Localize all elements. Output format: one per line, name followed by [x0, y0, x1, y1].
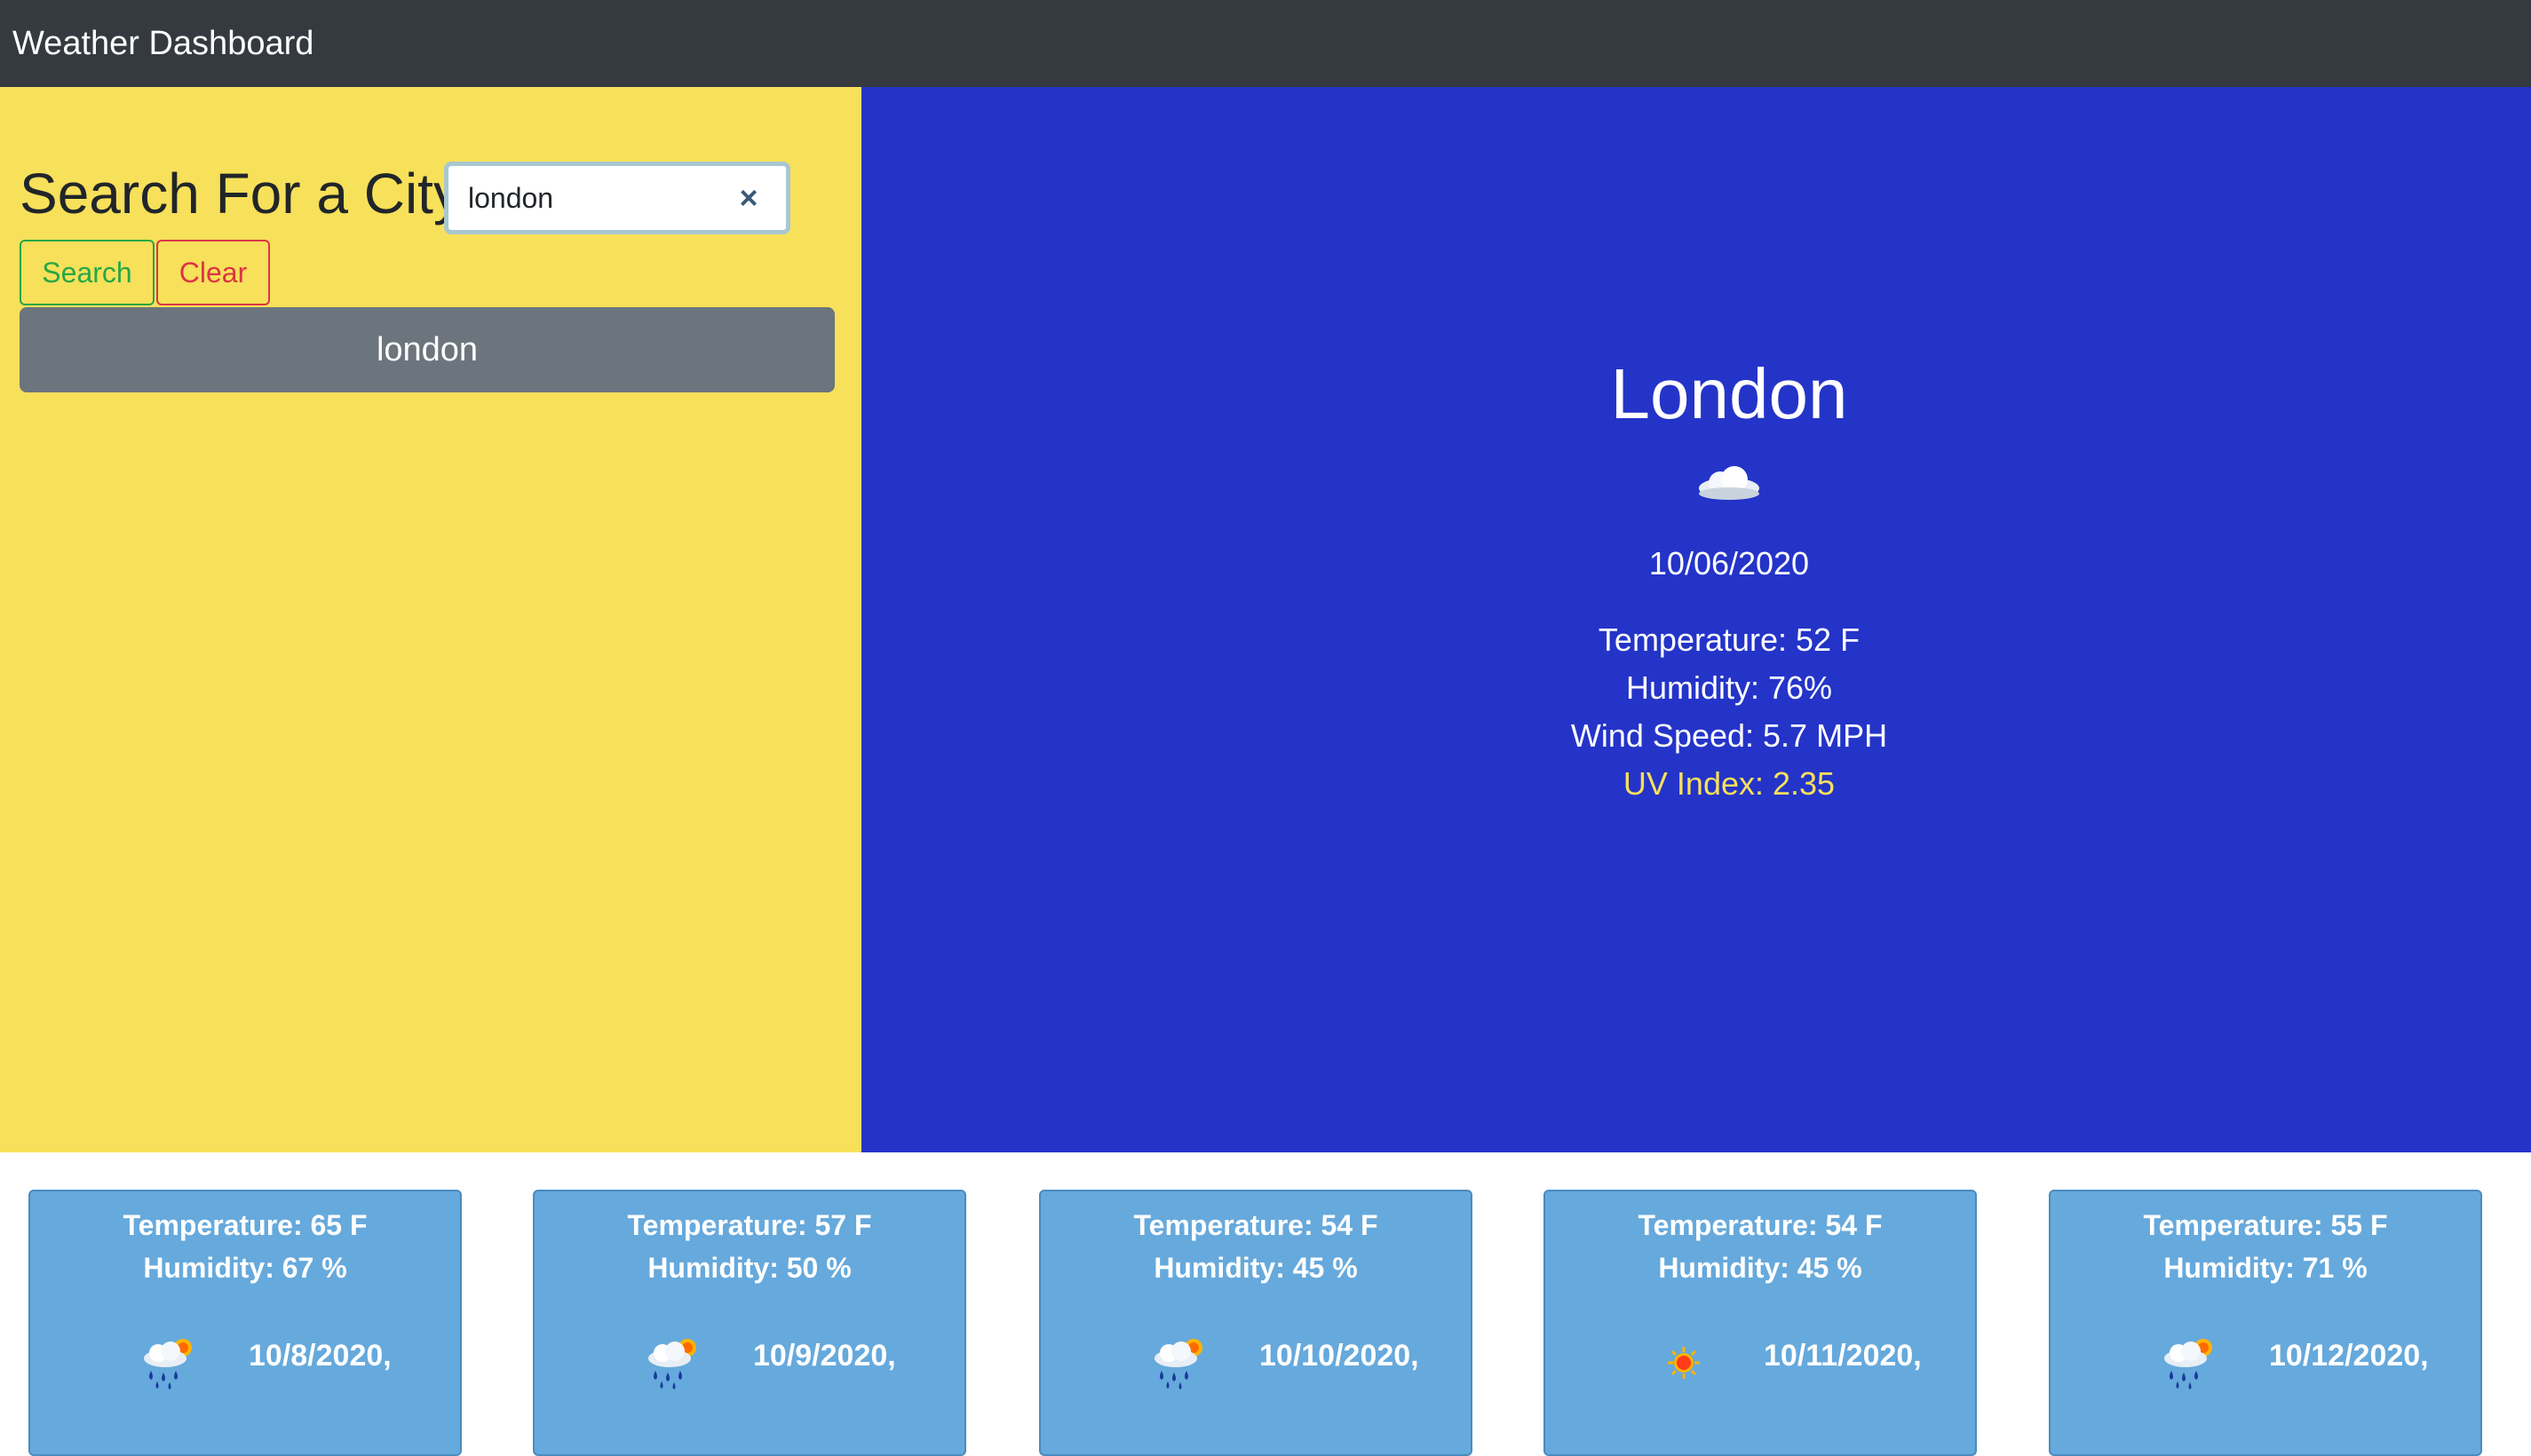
current-date: 10/06/2020	[1648, 545, 1810, 582]
forecast-humidity: Humidity: 71 %	[2163, 1252, 2368, 1284]
search-button[interactable]: Search	[20, 240, 155, 305]
rain-sun-icon	[648, 1339, 696, 1389]
forecast-card: Temperature: 57 F Humidity: 50 % 10/9/20…	[533, 1190, 966, 1456]
navbar: Weather Dashboard	[0, 0, 2531, 87]
clear-input-icon[interactable]: ×	[731, 177, 766, 219]
forecast-date: 10/8/2020,	[249, 1339, 392, 1373]
forecast-card: Temperature: 54 F Humidity: 45 % 10/11/2…	[1543, 1190, 1977, 1456]
search-heading: Search For a City	[20, 162, 462, 226]
search-input[interactable]	[466, 166, 733, 230]
forecast-humidity: Humidity: 67 %	[143, 1252, 347, 1284]
forecast-date: 10/10/2020,	[1259, 1339, 1419, 1373]
current-uv-index: UV Index: 2.35	[1623, 765, 1836, 802]
cloud-icon	[1699, 466, 1759, 500]
forecast-humidity: Humidity: 45 %	[1658, 1252, 1862, 1284]
forecast-humidity: Humidity: 50 %	[647, 1252, 852, 1284]
current-temperature: Temperature: 52 F	[1598, 621, 1861, 658]
history-item-london[interactable]: london	[20, 307, 835, 392]
forecast-temperature: Temperature: 54 F	[1133, 1209, 1378, 1241]
forecast-temperature: Temperature: 54 F	[1638, 1209, 1883, 1241]
forecast-temperature: Temperature: 57 F	[627, 1209, 872, 1241]
current-humidity: Humidity: 76%	[1625, 669, 1833, 706]
rain-sun-icon	[2164, 1339, 2212, 1389]
forecast-card: Temperature: 65 F Humidity: 67 % 10/8/20…	[28, 1190, 462, 1456]
forecast-temperature: Temperature: 55 F	[2143, 1209, 2388, 1241]
current-weather-panel: London 10/06/2020 Temperature: 52 F Humi…	[861, 87, 2531, 1152]
city-name: London	[1610, 354, 1848, 433]
current-wind-speed: Wind Speed: 5.7 MPH	[1570, 717, 1888, 754]
forecast-card: Temperature: 55 F Humidity: 71 % 10/12/2…	[2049, 1190, 2482, 1456]
forecast-humidity: Humidity: 45 %	[1154, 1252, 1358, 1284]
search-box[interactable]: ×	[444, 162, 790, 234]
clear-button[interactable]: Clear	[156, 240, 270, 305]
rain-sun-icon	[1154, 1339, 1202, 1389]
forecast-temperature: Temperature: 65 F	[123, 1209, 368, 1241]
forecast-card: Temperature: 54 F Humidity: 45 % 10/10/2…	[1039, 1190, 1472, 1456]
rain-sun-icon	[144, 1339, 192, 1389]
forecast-date: 10/11/2020,	[1764, 1339, 1922, 1373]
forecast-date: 10/9/2020,	[753, 1339, 896, 1373]
forecast-date: 10/12/2020,	[2269, 1339, 2429, 1373]
sun-icon	[1668, 1347, 1700, 1379]
app-title: Weather Dashboard	[12, 24, 314, 62]
